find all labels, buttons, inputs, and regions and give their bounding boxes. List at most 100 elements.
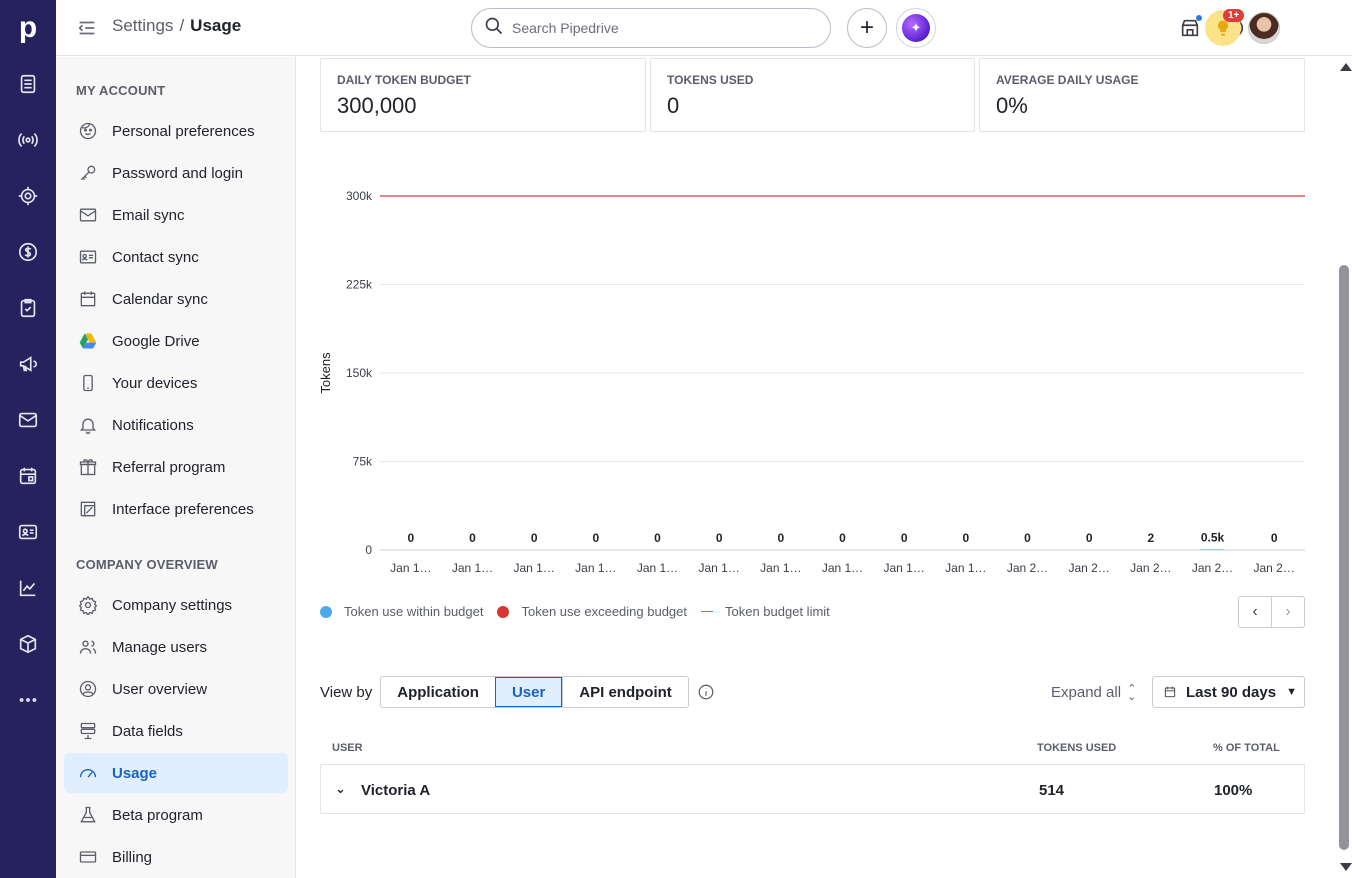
- credit-card-icon: [76, 845, 100, 869]
- user-avatar[interactable]: [1248, 12, 1280, 44]
- chart-icon[interactable]: [0, 568, 56, 608]
- data-fields-icon: [76, 719, 100, 743]
- stat-label: DAILY TOKEN BUDGET: [337, 73, 471, 87]
- sidebar-item-password-and-login[interactable]: Password and login: [64, 153, 288, 193]
- sidebar-item-email-sync[interactable]: Email sync: [64, 195, 288, 235]
- pipedrive-logo[interactable]: p: [0, 0, 56, 56]
- data-label: 0: [716, 531, 723, 545]
- calendar-icon[interactable]: [0, 456, 56, 496]
- settings-sidebar: MY ACCOUNT Personal preferences Password…: [56, 57, 296, 878]
- sidebar-item-billing[interactable]: Billing: [64, 837, 288, 877]
- sidebar-item-data-fields[interactable]: Data fields: [64, 711, 288, 751]
- sidebar-item-manage-users[interactable]: Manage users: [64, 627, 288, 667]
- y-tick-label: 225k: [346, 278, 373, 292]
- x-tick-label: Jan 1…: [637, 561, 678, 575]
- page-scrollbar[interactable]: [1336, 57, 1352, 878]
- chart-svg: 0 75k 150k 225k 300k Tokens 0 Jan 1… 0 Jan 1… 0 Jan…: [318, 189, 1305, 575]
- x-tick-label: Jan 2…: [1068, 561, 1109, 575]
- dollar-icon[interactable]: [0, 232, 56, 272]
- row-tokens: 514: [1039, 782, 1065, 799]
- sidebar-item-company-settings[interactable]: Company settings: [64, 585, 288, 625]
- date-range-value: Last 90 days: [1186, 683, 1277, 701]
- contacts-card-icon[interactable]: [0, 512, 56, 552]
- chart-pager: ‹ ›: [1238, 596, 1305, 628]
- average-daily-usage-card: AVERAGE DAILY USAGE 0%: [979, 58, 1305, 132]
- scroll-down-arrow[interactable]: [1340, 863, 1352, 871]
- view-by-application[interactable]: Application: [381, 677, 495, 707]
- data-label: 0: [531, 531, 538, 545]
- box-icon[interactable]: [0, 624, 56, 664]
- expand-all-button[interactable]: Expand all ⌃ ⌄: [1051, 683, 1136, 702]
- sidebar-item-label: User overview: [112, 680, 208, 698]
- activity-list-icon[interactable]: [0, 64, 56, 104]
- user-circle-icon: [76, 677, 100, 701]
- mail-icon[interactable]: [0, 400, 56, 440]
- search-input[interactable]: [512, 20, 812, 36]
- face-icon: [76, 119, 100, 143]
- ai-assistant-button[interactable]: ✦: [896, 8, 936, 48]
- broadcast-icon[interactable]: [0, 120, 56, 160]
- stat-value: 0: [667, 93, 680, 118]
- sidebar-item-referral-program[interactable]: Referral program: [64, 447, 288, 487]
- x-tick-label: Jan 1…: [513, 561, 554, 575]
- collapse-menu-icon[interactable]: [76, 17, 98, 39]
- sidebar-item-google-drive[interactable]: Google Drive: [64, 321, 288, 361]
- legend-dot: [497, 605, 510, 618]
- sidebar-item-label: Calendar sync: [112, 290, 208, 308]
- data-label: 2: [1147, 531, 1154, 545]
- sidebar-item-notifications[interactable]: Notifications: [64, 405, 288, 445]
- sidebar-item-user-overview[interactable]: User overview: [64, 669, 288, 709]
- more-icon[interactable]: [0, 680, 56, 720]
- data-label: 0: [777, 531, 784, 545]
- sidebar-item-contact-sync[interactable]: Contact sync: [64, 237, 288, 277]
- mail-icon: [76, 203, 100, 227]
- megaphone-icon[interactable]: [0, 344, 56, 384]
- view-by-control: View by Application User API endpoint: [320, 676, 715, 708]
- gift-icon: [76, 455, 100, 479]
- sidebar-item-your-devices[interactable]: Your devices: [64, 363, 288, 403]
- sidebar-item-label: Data fields: [112, 722, 183, 740]
- bell-icon: [76, 413, 100, 437]
- x-tick-label: Jan 2…: [1007, 561, 1048, 575]
- col-percent-total[interactable]: % OF TOTAL: [1213, 742, 1280, 754]
- target-icon[interactable]: [0, 176, 56, 216]
- col-tokens-used[interactable]: TOKENS USED: [1037, 742, 1116, 754]
- search-box[interactable]: [471, 8, 831, 48]
- contact-card-icon: [76, 245, 100, 269]
- legend-dot: [320, 605, 332, 618]
- sidebar-item-beta-program[interactable]: Beta program: [64, 795, 288, 835]
- x-tick-label: Jan 1…: [883, 561, 924, 575]
- sidebar-item-personal-preferences[interactable]: Personal preferences: [64, 111, 288, 151]
- x-tick-label: Jan 1…: [390, 561, 431, 575]
- chevron-down-icon[interactable]: ⌄: [335, 781, 346, 797]
- info-icon[interactable]: [697, 683, 715, 701]
- sidebar-item-label: Interface preferences: [112, 500, 254, 518]
- view-by-user[interactable]: User: [494, 677, 563, 707]
- stat-label: TOKENS USED: [667, 73, 754, 87]
- sidebar-item-label: Billing: [112, 848, 153, 866]
- date-range-select[interactable]: Last 90 days ▼: [1152, 676, 1305, 708]
- scroll-up-arrow[interactable]: [1340, 63, 1352, 71]
- legend-exceeding-budget: Token use exceeding budget: [497, 604, 687, 619]
- breadcrumb-settings[interactable]: Settings: [112, 16, 173, 35]
- data-label: 0: [962, 531, 969, 545]
- calendar-icon: [76, 287, 100, 311]
- view-by-api-endpoint[interactable]: API endpoint: [562, 677, 688, 707]
- sidebar-item-calendar-sync[interactable]: Calendar sync: [64, 279, 288, 319]
- sidebar-item-label: Usage: [112, 764, 158, 782]
- interface-icon: [76, 497, 100, 521]
- checklist-icon[interactable]: [0, 288, 56, 328]
- view-by-segmented: Application User API endpoint: [380, 676, 689, 708]
- sidebar-item-usage[interactable]: Usage: [64, 753, 288, 793]
- table-row[interactable]: ⌄ Victoria A 514 100%: [320, 764, 1305, 814]
- x-tick-label: Jan 1…: [760, 561, 801, 575]
- quick-add-button[interactable]: +: [847, 8, 887, 48]
- users-icon: [76, 635, 100, 659]
- sidebar-item-label: Your devices: [112, 374, 198, 392]
- sidebar-item-interface-preferences[interactable]: Interface preferences: [64, 489, 288, 529]
- chevron-right-icon[interactable]: ›: [1271, 597, 1304, 627]
- chevron-left-icon[interactable]: ‹: [1239, 597, 1271, 627]
- marketplace-icon[interactable]: [1176, 14, 1204, 42]
- view-by-label: View by: [320, 683, 373, 701]
- scroll-thumb[interactable]: [1339, 265, 1349, 850]
